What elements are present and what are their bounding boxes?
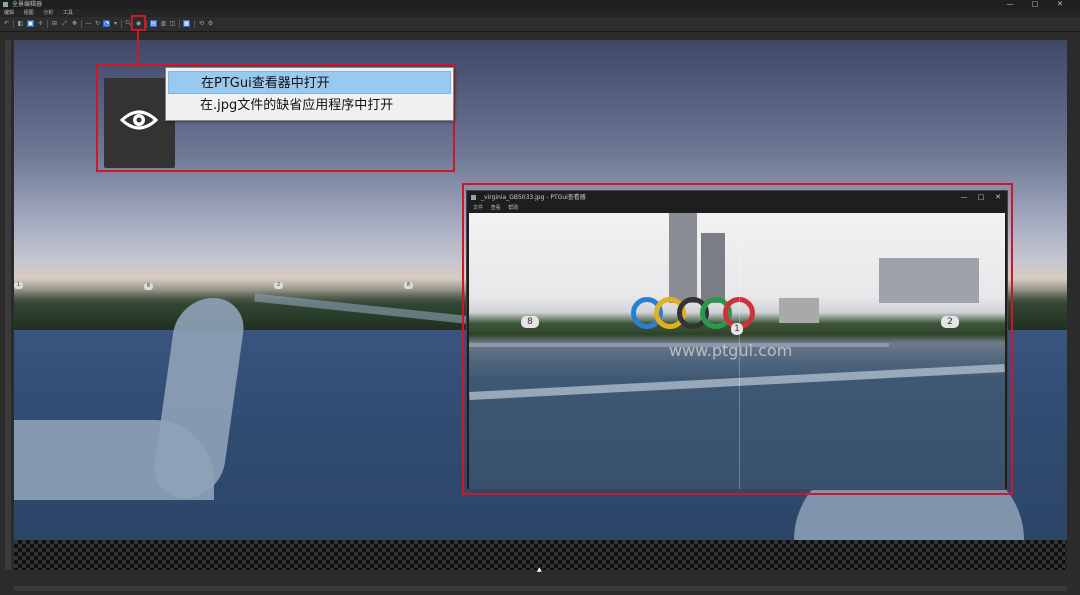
toolbar: ↶ ◧ ▣ ✛ ⊞ ⤢ ✥ — ↻ ◔ ▾ 🔍︎ ◉ ▤ ▥ ◫ ▦ ⟲ ⚙: [0, 17, 1080, 32]
toolbar-mask-icon[interactable]: ◫: [169, 20, 176, 27]
minimize-button[interactable]: —: [1000, 0, 1020, 9]
toolbar-fit-icon[interactable]: ⤢: [61, 20, 68, 27]
watermark: www.ptgui.com: [669, 341, 793, 360]
toolbar-blend-icon[interactable]: ▤: [150, 20, 157, 27]
ptgui-viewer-window: _virginia_GB5033.jpg - PTGui查看器 — □ ✕ 文件…: [466, 190, 1008, 490]
eye-icon: [120, 110, 158, 130]
toolbar-level-icon[interactable]: —: [85, 20, 92, 27]
toolbar-crop-icon[interactable]: ▣: [27, 20, 34, 27]
eye-button-highlight: [131, 15, 146, 31]
path-stripe: [14, 420, 214, 500]
control-point-marker[interactable]: 1: [731, 323, 743, 335]
control-point-marker[interactable]: 8: [144, 283, 153, 290]
toolbar-3d-icon[interactable]: ▦: [183, 20, 190, 27]
toolbar-grid-icon[interactable]: ⊞: [51, 20, 58, 27]
control-point-marker[interactable]: 1: [14, 282, 23, 289]
context-menu: 在PTGui查看器中打开 在.jpg文件的缺省应用程序中打开: [165, 67, 454, 121]
control-point-marker[interactable]: 2: [274, 282, 283, 289]
maximize-button[interactable]: □: [1025, 0, 1045, 9]
toolbar-settings-icon[interactable]: ⚙: [207, 20, 214, 27]
toolbar-undo-icon[interactable]: ↶: [3, 20, 10, 27]
toolbar-image-icon[interactable]: ▥: [160, 20, 167, 27]
viewer-title: _virginia_GB5033.jpg - PTGui查看器: [481, 194, 586, 201]
menu-edit[interactable]: 编辑: [4, 9, 14, 17]
viewer-menu-file[interactable]: 文件: [473, 204, 483, 212]
title-bar: 全景编辑器 — □ ✕: [0, 0, 1080, 9]
open-in-ptgui-viewer-item[interactable]: 在PTGui查看器中打开: [168, 71, 451, 94]
toolbar-move-icon[interactable]: ✥: [71, 20, 78, 27]
path-stripe: [469, 363, 1005, 401]
expand-arrow-icon[interactable]: ▲: [537, 566, 542, 573]
toolbar-projection-icon[interactable]: ◧: [17, 20, 24, 27]
building: [669, 213, 697, 303]
close-button[interactable]: ✕: [1050, 0, 1070, 9]
vertical-scrollbar[interactable]: [5, 40, 11, 570]
open-in-default-app-item[interactable]: 在.jpg文件的缺省应用程序中打开: [168, 94, 451, 117]
viewer-close-button[interactable]: ✕: [991, 191, 1005, 204]
building: [701, 233, 725, 303]
toolbar-rotate-icon[interactable]: ↻: [94, 20, 101, 27]
horizontal-scrollbar[interactable]: [14, 586, 1067, 591]
toolbar-center-icon[interactable]: ✛: [37, 20, 44, 27]
viewer-menu-bar: 文件 查看 帮助: [467, 204, 1007, 212]
control-point-marker[interactable]: 8: [404, 282, 413, 289]
window-title: 全景编辑器: [12, 1, 43, 8]
menu-analysis[interactable]: 分析: [43, 9, 53, 17]
highlight-connector: [137, 31, 139, 67]
viewer-menu-view[interactable]: 查看: [491, 204, 501, 212]
toolbar-numbers-icon[interactable]: ◔: [103, 20, 110, 27]
app-icon: [3, 2, 8, 7]
toolbar-dropdown-icon[interactable]: ▾: [112, 20, 119, 27]
building: [779, 298, 819, 323]
viewer-menu-help[interactable]: 帮助: [508, 204, 518, 212]
control-point-marker[interactable]: 8: [521, 316, 539, 328]
viewer-maximize-button[interactable]: □: [974, 191, 988, 204]
viewer-panorama[interactable]: www.ptgui.com 8 1 2: [469, 213, 1005, 489]
control-point-marker[interactable]: 2: [941, 316, 959, 328]
menu-tools[interactable]: 工具: [63, 9, 73, 17]
menu-bar: 编辑 视图 分析 工具: [0, 9, 1080, 17]
menu-view[interactable]: 视图: [24, 9, 34, 17]
viewer-app-icon: [471, 195, 476, 200]
viewer-title-bar: _virginia_GB5033.jpg - PTGui查看器 — □ ✕: [467, 191, 1007, 204]
viewer-minimize-button[interactable]: —: [957, 191, 971, 204]
toolbar-refresh-icon[interactable]: ⟲: [198, 20, 205, 27]
building: [879, 258, 979, 303]
